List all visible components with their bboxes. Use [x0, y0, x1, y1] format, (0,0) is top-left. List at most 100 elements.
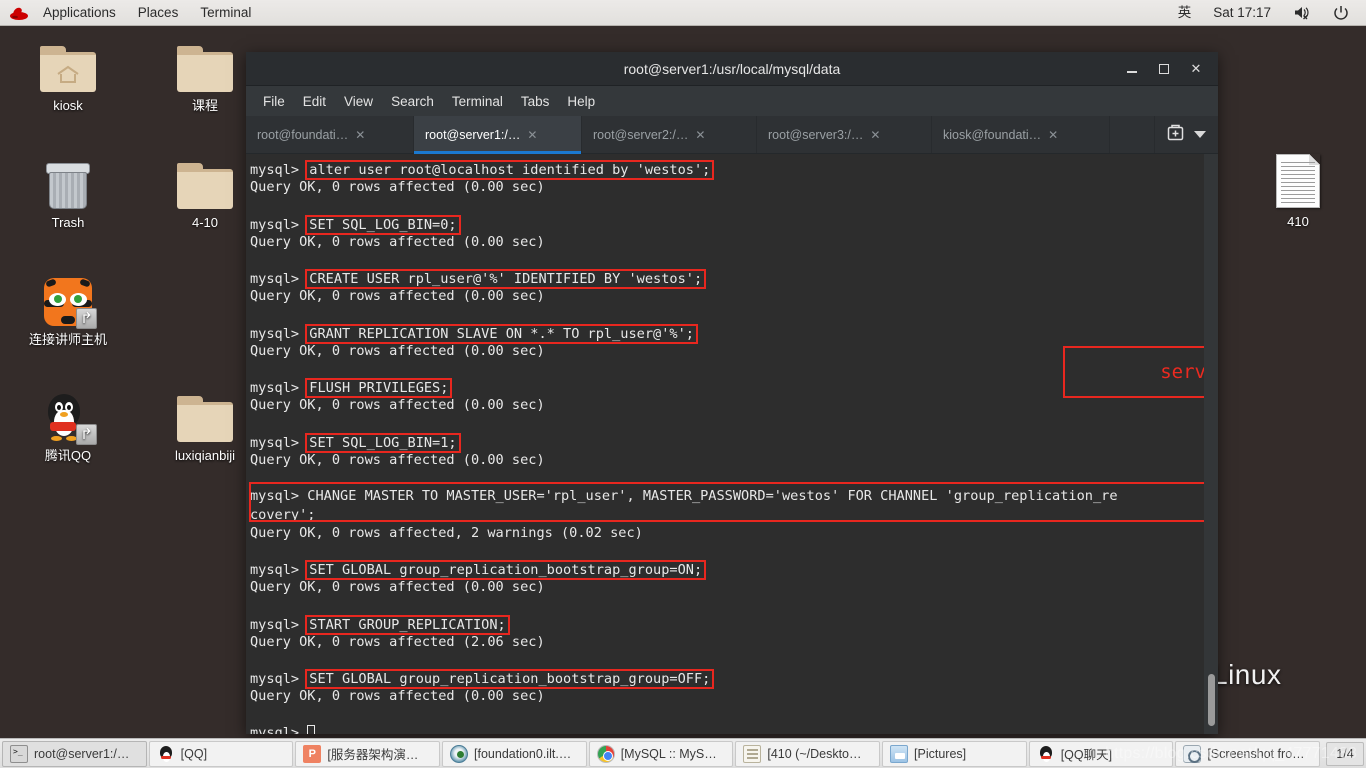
terminal-tab-0[interactable]: root@foundati… ✕ [246, 116, 414, 153]
taskbar-item-presentation[interactable]: P [服务器架构演… [295, 740, 441, 767]
top-menu-applications[interactable]: Applications [32, 0, 127, 26]
desktop-icon-kecheng[interactable]: 课程 [157, 38, 253, 113]
terminal-line: Query OK, 0 rows affected (0.00 sec) [250, 288, 545, 305]
menu-file[interactable]: File [254, 86, 294, 116]
terminal-cursor [307, 724, 316, 734]
workspace-page-indicator[interactable]: 1/4 [1326, 741, 1365, 766]
taskbar-item-label: [QQ聊天] [1060, 748, 1113, 762]
terminal-tab-close-icon[interactable]: ✕ [527, 128, 537, 142]
top-menu-places[interactable]: Places [127, 0, 190, 26]
terminal-prompt: mysql> [250, 271, 308, 288]
top-menu-terminal[interactable]: Terminal [189, 0, 262, 26]
terminal-line: Query OK, 0 rows affected (0.00 sec) [250, 233, 545, 250]
document-shape [1276, 154, 1320, 208]
menu-search-label: Search [391, 93, 434, 109]
terminal-line: mysql> START GROUP_REPLICATION; [248, 614, 1218, 635]
desktop-icon-tencent-qq[interactable]: ↱ 腾讯QQ [20, 388, 116, 463]
desktop-icon-410[interactable]: 410 [1250, 150, 1346, 229]
presentation-icon: P [303, 744, 322, 763]
redhat-logo-icon[interactable] [6, 0, 32, 26]
desktop-icon-label: Trash [51, 215, 85, 230]
power-icon[interactable] [1322, 0, 1360, 26]
terminal-scrollbar[interactable] [1204, 154, 1218, 734]
terminal-command: SET GLOBAL group_replication_bootstrap_g… [305, 560, 707, 581]
maximize-icon [1159, 63, 1169, 74]
chevron-down-icon[interactable] [1194, 131, 1206, 138]
taskbar-item-mysql-browser[interactable]: [MySQL :: MyS… [588, 740, 734, 767]
terminal-line: mysql> SET SQL_LOG_BIN=0; [248, 214, 1218, 235]
terminal-prompt: mysql> [250, 216, 308, 233]
terminal-tab-4[interactable]: kiosk@foundati… ✕ [932, 116, 1110, 153]
taskbar-item-qq[interactable]: [QQ] [148, 740, 294, 767]
desktop-icon-luxiqianbiji[interactable]: luxiqianbiji [157, 388, 253, 463]
menu-search[interactable]: Search [382, 86, 443, 116]
qq-penguin-icon [1037, 745, 1055, 763]
terminal-command: CREATE USER rpl_user@'%' IDENTIFIED BY '… [305, 269, 707, 290]
menu-view[interactable]: View [335, 86, 382, 116]
volume-muted-icon[interactable] [1282, 0, 1322, 26]
tiger-shape: ↱ [44, 278, 97, 329]
clock[interactable]: Sat 17:17 [1202, 0, 1282, 26]
menu-help[interactable]: Help [558, 86, 604, 116]
qq-scarf [160, 755, 171, 759]
chrome-icon [596, 744, 615, 763]
terminal-line: mysql> SET GLOBAL group_replication_boot… [248, 669, 1218, 690]
qq-penguin-icon: ↱ [20, 388, 116, 445]
desktop-icon-trash[interactable]: Trash [20, 155, 116, 230]
terminal-tab-2[interactable]: root@server2:/… ✕ [582, 116, 757, 153]
top-panel-status-area: 英 Sat 17:17 [1167, 0, 1366, 26]
terminal-tab-close-icon[interactable]: ✕ [870, 128, 880, 142]
folder-body [177, 169, 233, 209]
terminal-lines: mysql> alter user root@localhost identif… [248, 160, 1218, 734]
window-controls: ✕ [1116, 55, 1212, 83]
terminal-scrollbar-thumb[interactable] [1208, 674, 1215, 726]
folder-icon [157, 155, 253, 209]
maximize-button[interactable] [1148, 55, 1180, 83]
terminal-menu-bar: File Edit View Search Terminal Tabs Help [246, 86, 1218, 116]
taskbar-item-pictures[interactable]: [Pictures] [882, 740, 1027, 767]
close-button[interactable]: ✕ [1180, 55, 1212, 83]
menu-terminal[interactable]: Terminal [443, 86, 512, 116]
terminal-tab-close-icon[interactable]: ✕ [695, 128, 705, 142]
tiger-pupil [74, 295, 82, 303]
terminal-line: mysql> CHANGE MASTER TO MASTER_USER='rpl… [250, 488, 1118, 505]
terminal-title-bar[interactable]: root@server1:/usr/local/mysql/data ✕ [246, 52, 1218, 86]
taskbar-item-screenshot[interactable]: [Screenshot fro… [1175, 740, 1321, 767]
menu-help-label: Help [567, 93, 596, 109]
minimize-button[interactable] [1116, 55, 1148, 83]
input-method-indicator[interactable]: 英 [1167, 0, 1203, 26]
taskbar-item-410-notes[interactable]: [410 (~/Deskto… [735, 740, 881, 767]
tiger-stripe [79, 278, 91, 288]
terminal-prompt: mysql> [250, 671, 308, 688]
terminal-tab-3[interactable]: root@server3:/… ✕ [757, 116, 932, 153]
terminal-tab-label: root@foundati… [257, 127, 349, 142]
terminal-tab-bar: root@foundati… ✕ root@server1:/… ✕ root@… [246, 116, 1218, 154]
menu-tabs[interactable]: Tabs [512, 86, 559, 116]
terminal-tab-close-icon[interactable]: ✕ [1048, 128, 1058, 142]
tiger-shortcut-icon: ↱ [20, 272, 116, 329]
pictures-folder-icon [890, 744, 909, 763]
taskbar-item-terminal[interactable]: root@server1:/… [2, 740, 147, 767]
new-tab-icon[interactable] [1167, 124, 1184, 146]
terminal-prompt: mysql> [250, 562, 308, 579]
desktop-icon-4-10[interactable]: 4-10 [157, 155, 253, 230]
taskbar-item-qq-chat[interactable]: [QQ聊天] [1028, 740, 1174, 767]
shortcut-arrow-icon: ↱ [76, 424, 97, 445]
taskbar-item-label: [MySQL :: MyS… [620, 746, 717, 761]
terminal-output-area[interactable]: mysql> alter user root@localhost identif… [246, 154, 1218, 734]
taskbar-item-foundation0[interactable]: [foundation0.ilt.… [442, 740, 587, 767]
folder-shape [177, 396, 233, 442]
folder-body [177, 402, 233, 442]
terminal-tab-close-icon[interactable]: ✕ [355, 128, 365, 142]
desktop-icon-connect-instructor[interactable]: ↱ 连接讲师主机 [20, 272, 116, 347]
desktop-icon-kiosk[interactable]: kiosk [20, 38, 116, 113]
menu-edit[interactable]: Edit [294, 86, 335, 116]
terminal-tab-1[interactable]: root@server1:/… ✕ [414, 116, 582, 154]
terminal-line: Query OK, 0 rows affected (0.00 sec) [250, 179, 545, 196]
terminal-command: SET SQL_LOG_BIN=0; [305, 214, 461, 235]
